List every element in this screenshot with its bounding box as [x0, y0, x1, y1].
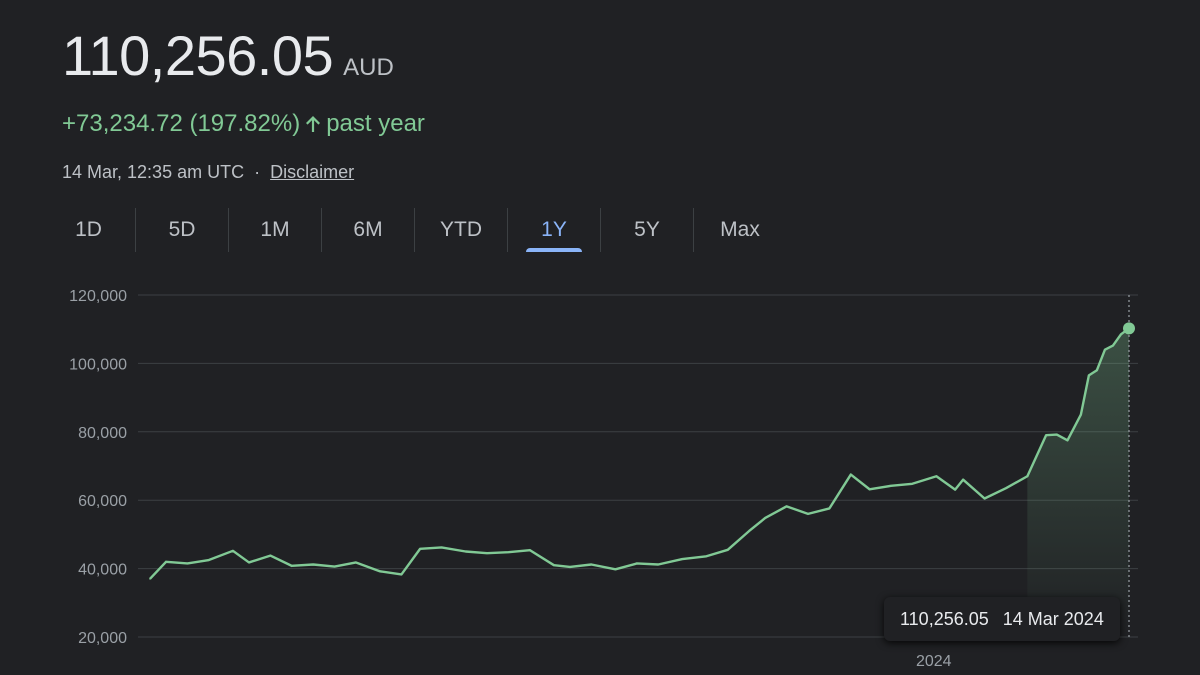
data-point: [529, 549, 531, 551]
data-point: [248, 561, 250, 564]
data-point: [269, 554, 272, 557]
data-point: [764, 517, 767, 519]
data-point: [290, 565, 293, 567]
data-point: [165, 560, 167, 563]
y-tick-label: 40,000: [78, 562, 127, 579]
data-point: [705, 555, 708, 558]
data-point: [569, 566, 571, 568]
data-point: [333, 565, 336, 568]
data-point: [954, 488, 956, 491]
data-point: [636, 562, 638, 565]
chart-tooltip: 110,256.05 14 Mar 2024: [884, 597, 1120, 641]
y-tick-label: 60,000: [78, 493, 127, 510]
last-point-dot: [1123, 322, 1135, 335]
data-point: [850, 473, 852, 476]
data-point: [1096, 369, 1098, 372]
data-point: [312, 563, 314, 566]
data-point: [657, 563, 660, 566]
data-point: [232, 550, 234, 552]
data-point: [1112, 344, 1114, 347]
data-point: [507, 551, 510, 553]
data-point: [1026, 475, 1029, 478]
tooltip-date: 14 Mar 2024: [1002, 608, 1104, 629]
data-point: [890, 485, 892, 487]
data-point: [464, 550, 467, 553]
y-tick-label: 80,000: [78, 425, 127, 442]
data-point: [1055, 433, 1058, 436]
data-point: [807, 513, 809, 515]
stock-quote-widget: 110,256.05 AUD +73,234.72 (197.82%) past…: [0, 0, 1200, 675]
data-point: [1088, 374, 1090, 377]
data-point: [748, 530, 750, 532]
y-tick-label: 20,000: [78, 630, 127, 647]
data-point: [590, 563, 593, 566]
data-point: [553, 564, 555, 566]
y-tick-label: 120,000: [69, 288, 127, 305]
data-point: [935, 475, 938, 478]
data-point: [962, 478, 964, 481]
data-point: [486, 552, 488, 555]
data-point: [614, 568, 617, 571]
data-point: [1080, 413, 1082, 416]
data-point: [785, 505, 788, 508]
data-point: [983, 497, 986, 500]
price-chart[interactable]: 20,000 40,000 60,000 80,000 100,000 120,000 20…: [0, 0, 1200, 675]
data-point: [828, 507, 831, 510]
tooltip-value: 110,256.05: [900, 608, 989, 629]
y-tick-label: 100,000: [69, 356, 127, 373]
x-tick-label: 2024: [916, 653, 952, 670]
data-point: [868, 488, 871, 491]
area-fill: [1027, 328, 1129, 637]
data-point: [355, 561, 357, 564]
data-point: [1045, 434, 1047, 437]
series-line: [149, 327, 1130, 580]
data-point: [440, 546, 443, 549]
data-point: [379, 570, 381, 573]
data-point: [400, 573, 403, 576]
data-point: [1104, 348, 1106, 351]
data-point: [1066, 439, 1069, 442]
data-point: [208, 559, 210, 561]
data-point: [726, 548, 729, 551]
data-point: [681, 558, 684, 560]
data-point: [149, 578, 151, 580]
data-point: [419, 547, 421, 550]
data-point: [911, 482, 914, 485]
data-point: [186, 562, 189, 565]
data-point: [1005, 487, 1007, 490]
data-point: [1120, 333, 1122, 336]
